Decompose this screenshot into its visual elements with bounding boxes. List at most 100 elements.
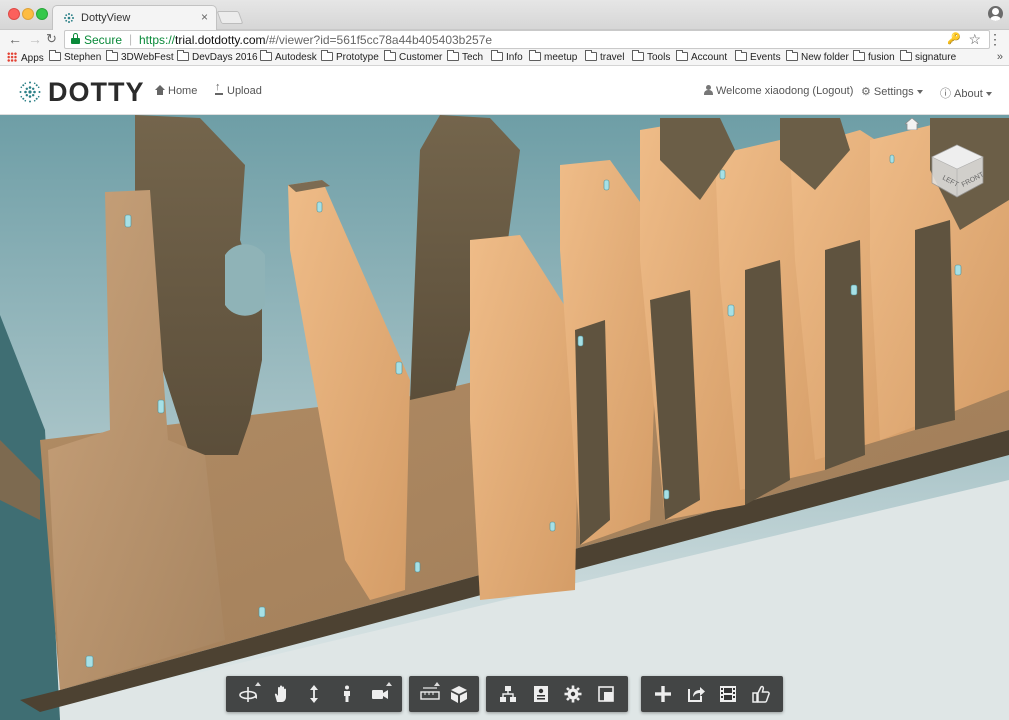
bookmark-folder[interactable]: DevDays 2016 bbox=[177, 50, 258, 63]
folder-icon bbox=[447, 50, 459, 61]
share-button[interactable] bbox=[680, 677, 713, 711]
caret-down-icon bbox=[916, 90, 923, 94]
bookmark-folder[interactable]: New folder bbox=[786, 50, 849, 63]
bookmark-label: Tech bbox=[462, 52, 484, 63]
first-person-button[interactable] bbox=[330, 677, 363, 711]
nav-upload-link[interactable]: Upload bbox=[214, 81, 262, 97]
folder-icon bbox=[491, 50, 503, 61]
bookmark-folder[interactable]: Autodesk bbox=[260, 50, 317, 63]
model-browser-icon bbox=[500, 686, 517, 702]
add-icon bbox=[655, 686, 672, 702]
key-icon[interactable]: 🔑 bbox=[947, 32, 961, 45]
bookmark-label: fusion bbox=[868, 52, 895, 63]
window-close-button[interactable] bbox=[8, 8, 20, 20]
bookmark-star-icon[interactable]: ☆ bbox=[968, 31, 981, 48]
back-arrow-icon[interactable]: ← bbox=[8, 31, 22, 47]
dotty-logo-mark-icon bbox=[19, 81, 41, 103]
model-browser-button[interactable] bbox=[492, 677, 525, 711]
profile-icon[interactable] bbox=[988, 6, 1003, 21]
folder-icon bbox=[260, 50, 272, 61]
bookmark-label: Info bbox=[506, 52, 523, 63]
user-icon bbox=[704, 85, 713, 95]
window-maximize-button[interactable] bbox=[36, 8, 48, 20]
url-separator: | bbox=[129, 32, 133, 46]
apps-grid-icon bbox=[7, 52, 17, 62]
bookmark-folder[interactable]: Account bbox=[676, 50, 728, 63]
measure-button[interactable] bbox=[415, 677, 444, 711]
properties-button[interactable] bbox=[525, 677, 558, 711]
3d-viewer-canvas[interactable]: LEFT FRONT bbox=[0, 115, 1009, 720]
bookmark-folder[interactable]: Info bbox=[491, 50, 523, 63]
like-button[interactable] bbox=[745, 677, 778, 711]
bookmark-folder[interactable]: Customer bbox=[384, 50, 443, 63]
bookmark-apps[interactable]: Apps bbox=[7, 52, 44, 64]
browser-menu-icon[interactable]: ⋮ bbox=[988, 31, 1002, 47]
nav-home-link[interactable]: Home bbox=[155, 85, 197, 97]
reload-icon[interactable]: ↻ bbox=[46, 31, 57, 47]
bookmark-folder[interactable]: Events bbox=[735, 50, 781, 63]
pan-icon bbox=[275, 685, 287, 702]
wood-shelf-model-render bbox=[0, 115, 1009, 720]
fullscreen-icon bbox=[597, 686, 614, 702]
explode-button[interactable] bbox=[444, 677, 473, 711]
browser-toolbar: ← → ↻ Secure | https://trial.dotdotty.co… bbox=[0, 30, 1009, 50]
forward-arrow-icon[interactable]: → bbox=[28, 31, 42, 47]
bookmark-label: Stephen bbox=[64, 52, 102, 63]
fullscreen-button[interactable] bbox=[590, 677, 623, 711]
first-person-icon bbox=[343, 685, 350, 702]
nav-about-dropdown[interactable]: ⓘ About bbox=[940, 85, 992, 101]
camera-button[interactable] bbox=[363, 677, 396, 711]
properties-icon bbox=[533, 686, 548, 702]
bookmark-folder[interactable]: Tech bbox=[447, 50, 484, 63]
browser-tab-active[interactable]: DottyView × bbox=[52, 5, 217, 30]
bookmarks-overflow-button[interactable]: » bbox=[997, 51, 1003, 63]
bookmark-folder[interactable]: Stephen bbox=[49, 50, 102, 63]
folder-icon bbox=[632, 50, 644, 61]
navigation-toolbar-group bbox=[226, 676, 402, 712]
upload-icon bbox=[214, 81, 224, 95]
orbit-button[interactable] bbox=[232, 677, 265, 711]
bookmark-folder[interactable]: signature bbox=[900, 50, 956, 63]
folder-icon bbox=[177, 50, 189, 61]
camera-icon bbox=[371, 690, 388, 699]
app-navbar: DOTTY Home Upload Welcome xiaodong (Logo… bbox=[0, 67, 1009, 115]
folder-icon bbox=[735, 50, 747, 61]
viewcube-navigation[interactable]: LEFT FRONT bbox=[928, 143, 986, 201]
address-bar[interactable]: Secure | https://trial.dotdotty.com/#/vi… bbox=[64, 30, 990, 49]
bookmark-label: Tools bbox=[647, 52, 671, 63]
animation-button[interactable] bbox=[712, 677, 745, 711]
home-view-icon[interactable] bbox=[905, 118, 919, 130]
dotty-favicon-icon bbox=[64, 13, 74, 23]
viewer-settings-button[interactable] bbox=[557, 677, 590, 711]
url-scheme: https:// bbox=[139, 33, 176, 47]
bookmark-folder[interactable]: Tools bbox=[632, 50, 671, 63]
url-text[interactable]: https://trial.dotdotty.com/#/viewer?id=5… bbox=[139, 33, 492, 47]
add-button[interactable] bbox=[647, 677, 680, 711]
bookmark-folder[interactable]: meetup bbox=[529, 50, 577, 63]
bookmarks-bar: Apps Stephen 3DWebFest DevDays 2016 Auto… bbox=[0, 50, 1009, 66]
window-minimize-button[interactable] bbox=[22, 8, 34, 20]
nav-welcome-logout-link[interactable]: Welcome xiaodong (Logout) bbox=[704, 85, 853, 97]
folder-icon bbox=[106, 50, 118, 61]
bookmark-folder[interactable]: 3DWebFest bbox=[106, 50, 174, 63]
bookmark-label: Customer bbox=[399, 52, 443, 63]
home-icon bbox=[155, 85, 165, 95]
logo-text: DOTTY bbox=[48, 77, 145, 107]
bookmark-folder[interactable]: fusion bbox=[853, 50, 895, 63]
bookmark-folder[interactable]: Prototype bbox=[321, 50, 379, 63]
caret-down-icon bbox=[985, 92, 992, 96]
zoom-button[interactable] bbox=[298, 677, 331, 711]
bookmark-label: Account bbox=[691, 52, 728, 63]
nav-settings-label: Settings bbox=[873, 86, 914, 98]
new-tab-button[interactable] bbox=[216, 11, 244, 24]
pan-button[interactable] bbox=[265, 677, 298, 711]
orbit-icon bbox=[239, 687, 258, 702]
settings-icon bbox=[564, 685, 582, 703]
bookmark-folder[interactable]: travel bbox=[585, 50, 624, 63]
folder-icon bbox=[321, 50, 333, 61]
browser-tab-bar: DottyView × bbox=[0, 0, 1009, 30]
bookmark-label: Prototype bbox=[336, 52, 379, 63]
nav-settings-dropdown[interactable]: ⚙ Settings bbox=[861, 85, 923, 98]
dotty-logo[interactable]: DOTTY bbox=[17, 77, 145, 107]
tab-close-icon[interactable]: × bbox=[201, 10, 208, 24]
